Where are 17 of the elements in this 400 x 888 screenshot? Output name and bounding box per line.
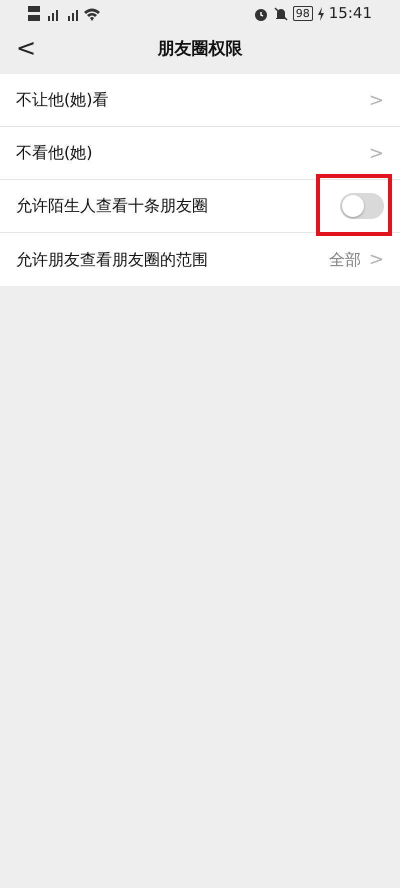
chevron-icon: > (368, 86, 384, 114)
row-value: 全部 (328, 248, 361, 270)
back-button[interactable]: < (10, 34, 42, 63)
row-label: 允许陌生人查看十条朋友圈 (16, 195, 208, 217)
chevron-icon: > (368, 246, 384, 273)
chevron-icon: > (368, 140, 384, 166)
settings-row[interactable]: 不看他(她) > (0, 127, 400, 180)
toggle-switch[interactable] (340, 193, 384, 219)
status-time: 15:41 (328, 2, 372, 24)
settings-row[interactable]: 允许陌生人查看十条朋友圈 (0, 180, 400, 233)
settings-row[interactable]: 不让他(她)看 > (0, 74, 400, 127)
row-label: 不看他(她) (16, 142, 92, 164)
battery-level: 98 (292, 6, 313, 20)
settings-row[interactable]: 允许朋友查看朋友圈的范围 全部 > (0, 233, 400, 286)
page-title: 朋友圈权限 (158, 38, 242, 62)
row-label: 允许朋友查看朋友圈的范围 (16, 248, 208, 270)
row-label: 不让他(她)看 (16, 89, 108, 111)
